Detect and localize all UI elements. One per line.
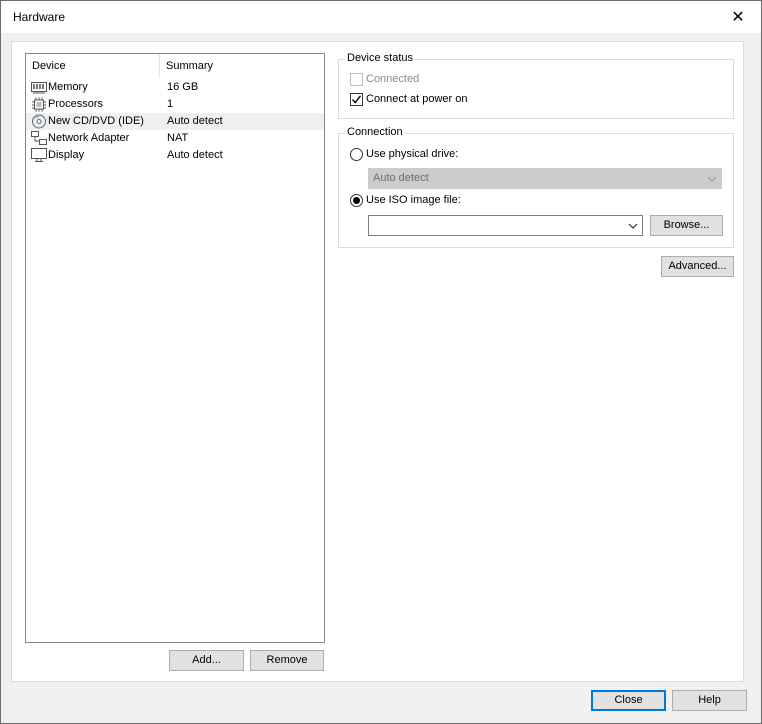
device-list-header: Device Summary [26,54,324,78]
device-name: New CD/DVD (IDE) [48,115,144,127]
device-status-group: Device status Connected Connect at power… [338,52,734,119]
device-rows: Memory 16 GB Processors 1 New CD/DVD (ID… [26,79,324,164]
iso-image-path-combo[interactable] [368,215,643,236]
connection-label: Connection [345,126,405,138]
device-row-memory[interactable]: Memory 16 GB [26,79,324,96]
device-summary: NAT [167,132,189,144]
browse-button[interactable]: Browse... [650,215,723,236]
device-row-cd-dvd[interactable]: New CD/DVD (IDE) Auto detect [26,113,324,130]
physical-drive-combo[interactable]: Auto detect [368,168,722,189]
add-button[interactable]: Add... [169,650,244,671]
device-status-label: Device status [345,52,416,64]
memory-icon [31,82,47,94]
device-row-network-adapter[interactable]: Network Adapter NAT [26,130,324,147]
device-list: Device Summary Memory 16 GB Processors 1… [25,53,325,643]
advanced-button[interactable]: Advanced... [661,256,734,277]
connected-checkbox[interactable] [350,73,363,86]
window-title: Hardware [13,10,66,24]
close-button[interactable]: Close [591,690,666,711]
hardware-dialog: Hardware ✕ Device Summary Memory 16 GB P… [0,0,762,724]
title-bar: Hardware ✕ [1,1,761,33]
radio-selected-dot [353,197,360,204]
display-icon [31,148,47,162]
connection-group: Connection Use physical drive: Auto dete… [338,126,734,248]
use-physical-drive-radio[interactable] [350,148,363,161]
connect-at-power-on-label: Connect at power on [366,93,468,105]
close-window-icon[interactable]: ✕ [715,1,761,33]
connected-label: Connected [366,73,420,85]
use-iso-image-radio[interactable] [350,194,363,207]
dialog-body: Device Summary Memory 16 GB Processors 1… [11,41,744,682]
device-name: Display [48,149,85,161]
connect-at-power-on-checkbox[interactable] [350,93,363,106]
device-row-processors[interactable]: Processors 1 [26,96,324,113]
checkmark-icon [351,95,362,104]
use-iso-image-label: Use ISO image file: [366,194,461,206]
device-name: Network Adapter [48,132,130,144]
column-header-summary[interactable]: Summary [160,54,324,78]
device-summary: 16 GB [167,81,199,93]
cd-dvd-icon [32,114,46,129]
physical-drive-combo-value: Auto detect [373,172,429,184]
network-adapter-icon [31,131,47,145]
column-header-device[interactable]: Device [26,54,160,78]
remove-button[interactable]: Remove [250,650,324,671]
device-name: Processors [48,98,104,110]
device-summary: Auto detect [167,115,223,127]
processor-icon [32,97,46,112]
device-name: Memory [48,81,88,93]
device-summary: Auto detect [167,149,223,161]
use-physical-drive-label: Use physical drive: [366,148,459,160]
device-row-display[interactable]: Display Auto detect [26,147,324,164]
device-summary: 1 [167,98,174,110]
help-button[interactable]: Help [672,690,747,711]
chevron-down-icon [628,223,638,229]
chevron-down-icon [707,176,717,182]
